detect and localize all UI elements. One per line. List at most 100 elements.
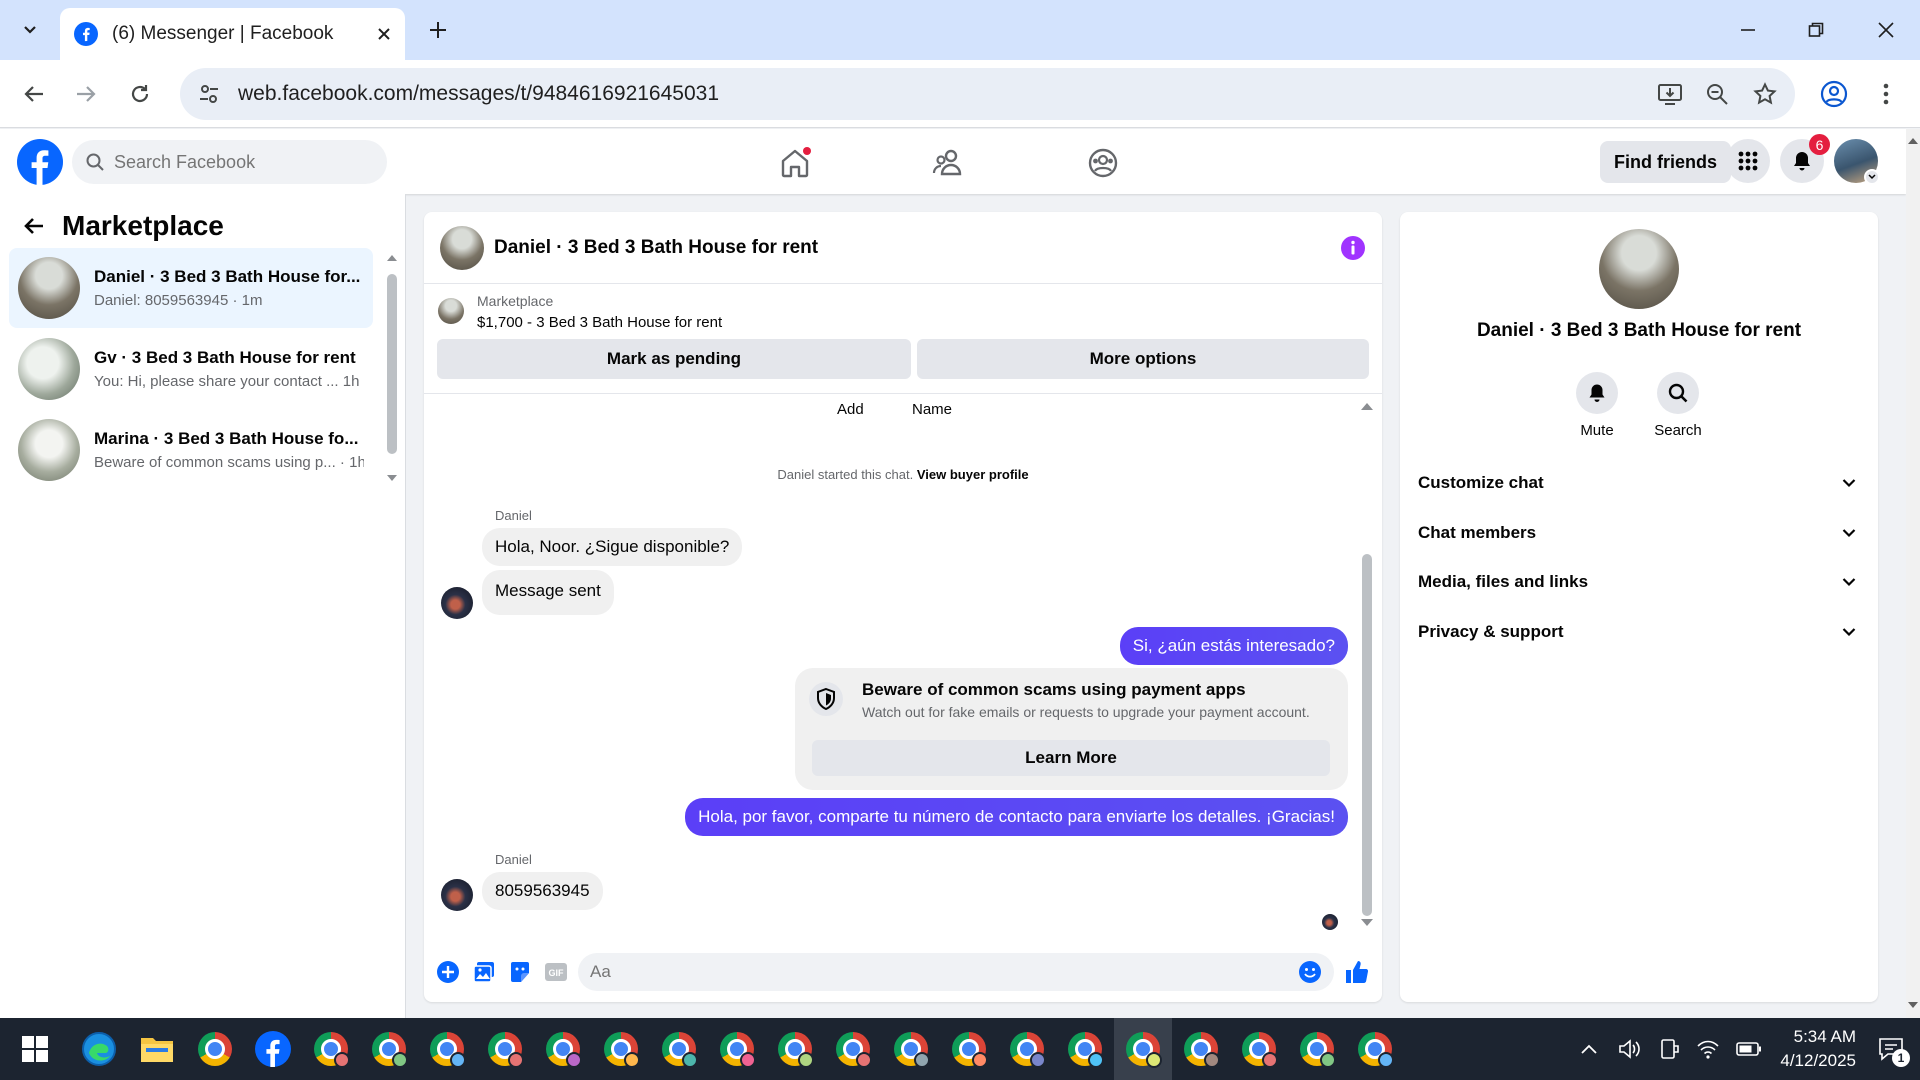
gif-icon[interactable]: GIF	[544, 961, 568, 983]
install-app-icon[interactable]	[1657, 82, 1683, 106]
reload-icon[interactable]	[120, 74, 160, 114]
url-text[interactable]: web.facebook.com/messages/t/948461692164…	[238, 82, 1657, 106]
photo-icon[interactable]	[472, 960, 496, 984]
page-scrollbar[interactable]	[1906, 129, 1920, 1018]
message-input-box[interactable]	[578, 953, 1334, 991]
taskbar-chrome-profile[interactable]	[1230, 1018, 1288, 1080]
emoji-icon[interactable]	[1298, 960, 1322, 984]
taskbar-chrome-profile[interactable]	[360, 1018, 418, 1080]
profile-icon[interactable]	[1814, 74, 1854, 114]
close-window-icon[interactable]	[1866, 10, 1906, 50]
outgoing-message[interactable]: Si, ¿aún estás interesado?	[1119, 627, 1348, 665]
section-privacy-support[interactable]: Privacy & support	[1418, 608, 1860, 656]
taskbar-chrome-profile[interactable]	[302, 1018, 360, 1080]
bookmark-star-icon[interactable]	[1753, 82, 1777, 106]
back-arrow-icon[interactable]	[22, 214, 46, 238]
view-buyer-profile-link[interactable]: View buyer profile	[917, 467, 1029, 482]
nav-groups[interactable]	[1048, 141, 1158, 185]
scroll-up-arrow-icon[interactable]	[386, 254, 398, 262]
chat-title[interactable]: Daniel · 3 Bed 3 Bath House for rent	[494, 237, 1340, 259]
browser-menu-icon[interactable]	[1866, 74, 1906, 114]
chat-scrollbar[interactable]	[1362, 554, 1372, 916]
chevron-up-icon[interactable]	[1580, 1043, 1598, 1055]
scroll-up-arrow-icon[interactable]	[1360, 402, 1374, 411]
active-tab[interactable]: (6) Messenger | Facebook	[60, 8, 405, 60]
scroll-down-arrow-icon[interactable]	[1360, 918, 1374, 927]
menu-button[interactable]	[1726, 139, 1770, 183]
forward-arrow-icon[interactable]	[66, 74, 106, 114]
section-chat-members[interactable]: Chat members	[1418, 509, 1860, 557]
zoom-icon[interactable]	[1705, 82, 1729, 106]
taskbar-file-explorer[interactable]	[128, 1018, 186, 1080]
taskbar-chrome-profile[interactable]	[476, 1018, 534, 1080]
tab-search-chevron-icon[interactable]	[10, 10, 50, 50]
scroll-down-arrow-icon[interactable]	[386, 474, 398, 482]
battery-icon[interactable]	[1736, 1042, 1762, 1056]
address-bar[interactable]: web.facebook.com/messages/t/948461692164…	[180, 68, 1795, 120]
site-settings-icon[interactable]	[198, 83, 220, 105]
conversation-item[interactable]: Marina · 3 Bed 3 Bath House fo... Beware…	[9, 410, 373, 490]
plus-circle-icon[interactable]	[436, 960, 460, 984]
search-action[interactable]: Search	[1638, 372, 1718, 439]
taskbar-edge[interactable]	[70, 1018, 128, 1080]
taskbar-chrome-profile[interactable]	[824, 1018, 882, 1080]
info-icon[interactable]	[1340, 235, 1366, 261]
message-input[interactable]	[590, 962, 1298, 982]
sticker-icon[interactable]	[508, 960, 532, 984]
chat-info-avatar[interactable]	[1599, 229, 1679, 309]
taskbar-chrome-profile[interactable]	[534, 1018, 592, 1080]
add-label[interactable]: Add	[837, 401, 864, 418]
taskbar-chrome-profile[interactable]	[650, 1018, 708, 1080]
taskbar-chrome-profile[interactable]	[1172, 1018, 1230, 1080]
restore-window-icon[interactable]	[1796, 10, 1836, 50]
taskbar-chrome-profile[interactable]	[592, 1018, 650, 1080]
device-icon[interactable]	[1658, 1038, 1680, 1060]
conversation-item[interactable]: Gv · 3 Bed 3 Bath House for rent You: Hi…	[9, 329, 373, 409]
mute-action[interactable]: Mute	[1557, 372, 1637, 439]
notification-center-button[interactable]: 1	[1878, 1037, 1910, 1067]
taskbar-chrome-profile[interactable]	[1346, 1018, 1404, 1080]
mark-as-pending-button[interactable]: Mark as pending	[437, 339, 911, 379]
account-chevron-icon[interactable]	[1864, 169, 1880, 185]
name-label[interactable]: Name	[912, 401, 952, 418]
taskbar-chrome-profile[interactable]	[708, 1018, 766, 1080]
search-input[interactable]	[114, 151, 364, 173]
clock[interactable]: 5:34 AM 4/12/2025	[1780, 1025, 1856, 1073]
sidebar-scrollbar[interactable]	[387, 274, 397, 454]
minimize-window-icon[interactable]	[1728, 10, 1768, 50]
speaker-icon[interactable]	[1618, 1038, 1642, 1060]
back-arrow-icon[interactable]	[14, 74, 54, 114]
nav-friends[interactable]	[893, 141, 1003, 185]
wifi-icon[interactable]	[1696, 1039, 1720, 1059]
section-customize-chat[interactable]: Customize chat	[1418, 459, 1860, 507]
nav-home[interactable]	[740, 141, 850, 185]
taskbar-chrome-profile[interactable]	[882, 1018, 940, 1080]
outgoing-message[interactable]: Hola, por favor, comparte tu número de c…	[685, 798, 1348, 836]
taskbar-chrome-profile[interactable]	[1056, 1018, 1114, 1080]
taskbar-chrome[interactable]	[186, 1018, 244, 1080]
incoming-message[interactable]: 8059563945	[482, 872, 603, 910]
taskbar-chrome-profile[interactable]	[418, 1018, 476, 1080]
listing-title[interactable]: $1,700 - 3 Bed 3 Bath House for rent	[477, 314, 722, 331]
taskbar-facebook[interactable]	[244, 1018, 302, 1080]
incoming-message[interactable]: Hola, Noor. ¿Sigue disponible?	[482, 528, 743, 566]
learn-more-button[interactable]: Learn More	[812, 740, 1330, 776]
chat-avatar[interactable]	[440, 225, 484, 270]
close-tab-icon[interactable]	[377, 27, 391, 41]
find-friends-button[interactable]: Find friends	[1600, 141, 1731, 183]
facebook-logo-icon[interactable]	[17, 139, 63, 185]
start-button[interactable]	[0, 1018, 70, 1080]
new-tab-icon[interactable]	[418, 10, 458, 50]
taskbar-chrome-profile-active[interactable]	[1114, 1018, 1172, 1080]
section-media-files-links[interactable]: Media, files and links	[1418, 558, 1860, 606]
taskbar-chrome-profile[interactable]	[766, 1018, 824, 1080]
taskbar-chrome-profile[interactable]	[998, 1018, 1056, 1080]
facebook-search[interactable]	[72, 140, 387, 184]
more-options-button[interactable]: More options	[917, 339, 1369, 379]
taskbar-chrome-profile[interactable]	[940, 1018, 998, 1080]
scroll-down-arrow-icon[interactable]	[1907, 1001, 1919, 1009]
conversation-item[interactable]: Daniel · 3 Bed 3 Bath House for... Danie…	[9, 248, 373, 328]
sender-avatar[interactable]	[441, 587, 473, 619]
thumbs-up-icon[interactable]	[1344, 959, 1370, 985]
sender-avatar[interactable]	[441, 879, 473, 911]
